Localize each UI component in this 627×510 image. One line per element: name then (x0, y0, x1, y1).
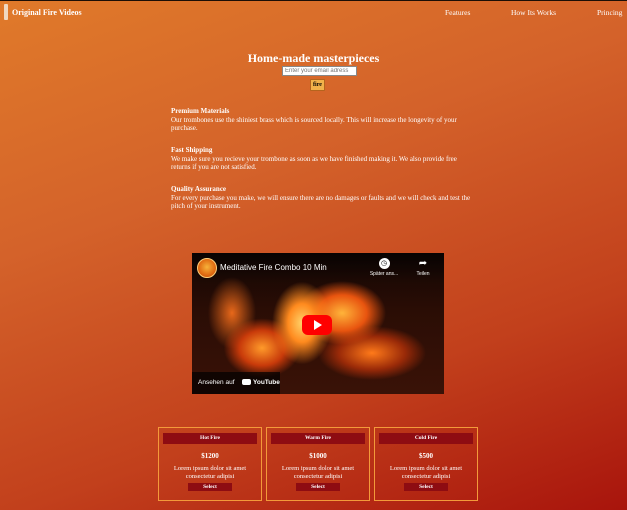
feature-text: We make sure you recieve your trombone a… (171, 154, 457, 172)
play-icon[interactable] (302, 315, 332, 335)
plan-description: Lorem ipsum dolor sit amet consectetur a… (389, 465, 463, 480)
video-embed[interactable]: Meditative Fire Combo 10 Min ◷ Später an… (192, 253, 444, 394)
feature-title: Quality Assurance (171, 185, 227, 193)
plan-name: Warm Fire (271, 433, 365, 444)
feature-text: Our trombones use the shiniest brass whi… (171, 115, 457, 133)
feature-title: Fast Shipping (171, 146, 213, 154)
fire-submit-button[interactable]: fire (310, 79, 325, 91)
pricing-card-warm-fire: Warm Fire $1000 Lorem ipsum dolor sit am… (266, 427, 370, 501)
select-button[interactable]: Select (296, 483, 340, 491)
plan-price: $1200 (201, 452, 219, 460)
feature-text: For every purchase you make, we will ens… (171, 193, 471, 211)
feature-premium-materials: Premium Materials Our trombones use the … (171, 107, 471, 133)
channel-avatar[interactable] (197, 258, 217, 278)
feature-title: Premium Materials (171, 107, 230, 115)
feature-fast-shipping: Fast Shipping We make sure you recieve y… (171, 146, 471, 172)
plan-price: $500 (419, 452, 433, 460)
watch-on-label: Ansehen auf (198, 379, 235, 386)
nav-link-features[interactable]: Features (445, 8, 470, 17)
plan-description: Lorem ipsum dolor sit amet consectetur a… (173, 465, 247, 480)
feature-quality-assurance: Quality Assurance For every purchase you… (171, 185, 471, 211)
select-button[interactable]: Select (188, 483, 232, 491)
logo-icon[interactable] (4, 4, 8, 20)
watch-later-button[interactable]: ◷ Später ans... (369, 258, 399, 277)
nav-link-how-it-works[interactable]: How Its Works (511, 8, 556, 17)
video-title[interactable]: Meditative Fire Combo 10 Min (220, 263, 327, 272)
hero-title: Home-made masterpieces (247, 51, 380, 65)
plan-price: $1000 (309, 452, 327, 460)
share-label: Teilen (416, 271, 430, 277)
nav-link-pricing[interactable]: Princing (597, 8, 622, 17)
clock-icon: ◷ (378, 258, 390, 269)
watch-later-label: Später ans... (369, 271, 399, 277)
watch-on-youtube-button[interactable]: Ansehen auf YouTube (192, 372, 280, 394)
plan-description: Lorem ipsum dolor sit amet consectetur a… (281, 465, 355, 480)
email-input[interactable] (282, 66, 357, 76)
pricing-card-cold-fire: Cold Fire $500 Lorem ipsum dolor sit ame… (374, 427, 478, 501)
plan-name: Cold Fire (379, 433, 473, 444)
share-button[interactable]: ➦ Teilen (408, 258, 438, 277)
site-header: Original Fire Videos Features How Its Wo… (0, 0, 627, 25)
brand-name[interactable]: Original Fire Videos (12, 8, 82, 17)
share-icon: ➦ (418, 258, 428, 269)
youtube-logo: YouTube (242, 379, 280, 386)
select-button[interactable]: Select (404, 483, 448, 491)
pricing-card-hot-fire: Hot Fire $1200 Lorem ipsum dolor sit ame… (158, 427, 262, 501)
plan-name: Hot Fire (163, 433, 257, 444)
